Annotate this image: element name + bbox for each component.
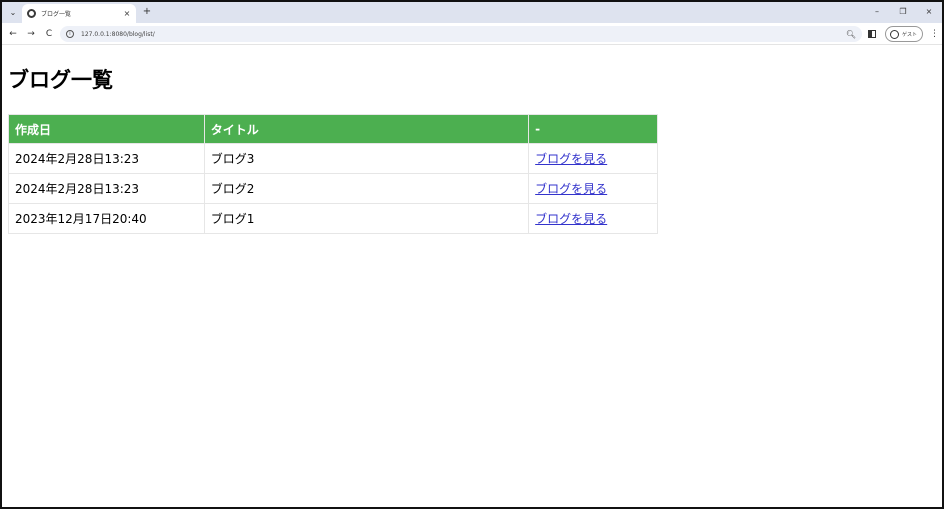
globe-icon <box>27 9 36 18</box>
table-row: 2023年12月17日20:40 ブログ1 ブログを見る <box>8 203 658 234</box>
url-text: 127.0.0.1:8080/blog/list/ <box>81 30 155 38</box>
restore-button[interactable]: ❐ <box>898 5 908 19</box>
cell-date: 2023年12月17日20:40 <box>8 203 205 234</box>
browser-toolbar: ← → C i 127.0.0.1:8080/blog/list/ 🔍︎ ゲスト… <box>2 23 942 45</box>
tab-blog-list[interactable]: ブログ一覧 × <box>22 4 136 23</box>
header-created-date: 作成日 <box>8 114 205 144</box>
cell-title: ブログ3 <box>203 143 530 174</box>
tab-close-icon[interactable]: × <box>122 9 132 18</box>
tab-search-icon[interactable]: ⌄ <box>6 5 20 19</box>
view-blog-link[interactable]: ブログを見る <box>535 212 607 226</box>
page-viewport: ブログ一覧 作成日 タイトル - 2024年2月28日13:23 ブログ3 ブロ… <box>2 46 942 507</box>
back-button[interactable]: ← <box>6 27 20 41</box>
table-row: 2024年2月28日13:23 ブログ2 ブログを見る <box>8 173 658 204</box>
browser-window: ⌄ ブログ一覧 × + – ❐ × ← → C i 127.0.0.1:8080… <box>0 0 944 509</box>
cell-action: ブログを見る <box>528 203 658 234</box>
profile-icon <box>890 29 899 39</box>
window-controls: – ❐ × <box>872 5 934 19</box>
profile-button[interactable]: ゲスト <box>885 26 923 42</box>
menu-kebab-icon[interactable]: ⋮ <box>930 27 939 41</box>
table-row: 2024年2月28日13:23 ブログ3 ブログを見る <box>8 143 658 174</box>
cell-date: 2024年2月28日13:23 <box>8 173 205 204</box>
profile-label: ゲスト <box>902 31 918 38</box>
header-action: - <box>528 114 658 144</box>
table-header-row: 作成日 タイトル - <box>8 114 658 144</box>
reload-button[interactable]: C <box>42 27 56 41</box>
cell-action: ブログを見る <box>528 143 658 174</box>
forward-button[interactable]: → <box>24 27 38 41</box>
cell-title: ブログ1 <box>203 203 530 234</box>
tab-title: ブログ一覧 <box>41 11 72 18</box>
site-info-icon[interactable]: i <box>66 30 74 38</box>
view-blog-link[interactable]: ブログを見る <box>535 152 607 166</box>
cell-date: 2024年2月28日13:23 <box>8 143 205 174</box>
blog-table: 作成日 タイトル - 2024年2月28日13:23 ブログ3 ブログを見る 2… <box>8 114 658 234</box>
cell-action: ブログを見る <box>528 173 658 204</box>
view-blog-link[interactable]: ブログを見る <box>535 182 607 196</box>
close-window-button[interactable]: × <box>924 5 934 19</box>
cell-title: ブログ2 <box>203 173 530 204</box>
header-title: タイトル <box>203 114 530 144</box>
side-panel-icon[interactable] <box>868 30 876 38</box>
page-title: ブログ一覧 <box>8 68 113 92</box>
new-tab-button[interactable]: + <box>141 5 153 19</box>
zoom-icon[interactable]: 🔍︎ <box>844 30 858 39</box>
minimize-button[interactable]: – <box>872 5 882 19</box>
address-bar[interactable]: i 127.0.0.1:8080/blog/list/ 🔍︎ <box>60 26 862 42</box>
tab-strip: ⌄ ブログ一覧 × + – ❐ × <box>2 2 942 23</box>
